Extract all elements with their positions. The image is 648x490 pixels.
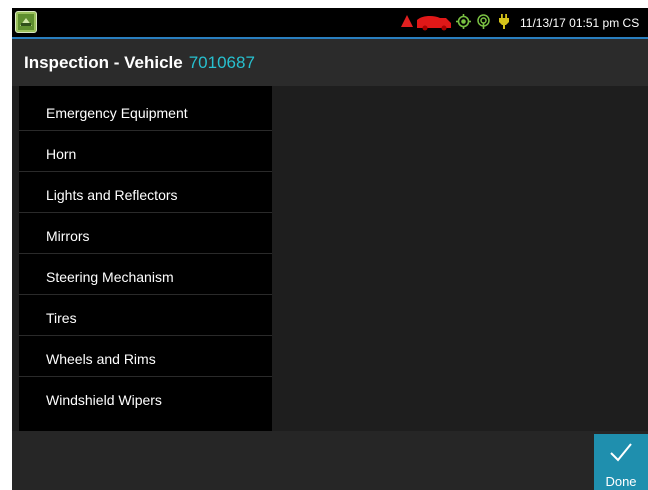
list-item-windshield-wipers[interactable]: Windshield Wipers — [19, 378, 272, 418]
list-item-label: Mirrors — [46, 228, 90, 244]
list-item-label: Windshield Wipers — [46, 392, 162, 408]
page-title-text: Inspection - Vehicle — [24, 53, 183, 72]
warning-triangle-icon — [401, 15, 413, 27]
list-item-emergency-equipment[interactable]: Emergency Equipment — [19, 91, 272, 131]
done-button[interactable]: Done — [594, 434, 648, 490]
app-window: 11/13/17 01:51 pm CS Inspection - Vehicl… — [12, 8, 648, 490]
vehicle-id: 7010687 — [188, 53, 255, 72]
page-title: Inspection - Vehicle 7010687 — [24, 53, 255, 73]
list-item-label: Horn — [46, 146, 77, 162]
list-item-tires[interactable]: Tires — [19, 296, 272, 336]
list-item-lights-and-reflectors[interactable]: Lights and Reflectors — [19, 173, 272, 213]
list-item-mirrors[interactable]: Mirrors — [19, 214, 272, 254]
truck-icon — [417, 15, 451, 31]
inspection-checklist: Emergency Equipment Horn Lights and Refl… — [19, 86, 272, 431]
app-icon[interactable] — [15, 11, 37, 33]
list-item-label: Steering Mechanism — [46, 269, 174, 285]
list-item-label: Wheels and Rims — [46, 351, 156, 367]
list-item-horn[interactable]: Horn — [19, 132, 272, 172]
list-item-label: Lights and Reflectors — [46, 187, 178, 203]
gps-icon — [456, 14, 471, 29]
list-item-label: Emergency Equipment — [46, 105, 188, 121]
checkmark-icon — [610, 443, 632, 462]
done-button-label: Done — [605, 474, 637, 489]
power-plug-icon — [499, 14, 509, 29]
page-header: Inspection - Vehicle 7010687 — [12, 39, 648, 86]
list-item-wheels-and-rims[interactable]: Wheels and Rims — [19, 337, 272, 377]
status-datetime: 11/13/17 01:51 pm CS — [520, 16, 640, 30]
list-item-steering-mechanism[interactable]: Steering Mechanism — [19, 255, 272, 295]
list-item-label: Tires — [46, 310, 77, 326]
status-bar: 11/13/17 01:51 pm CS — [12, 8, 648, 37]
signal-icon — [477, 14, 490, 29]
footer-bar: Done — [12, 431, 648, 490]
